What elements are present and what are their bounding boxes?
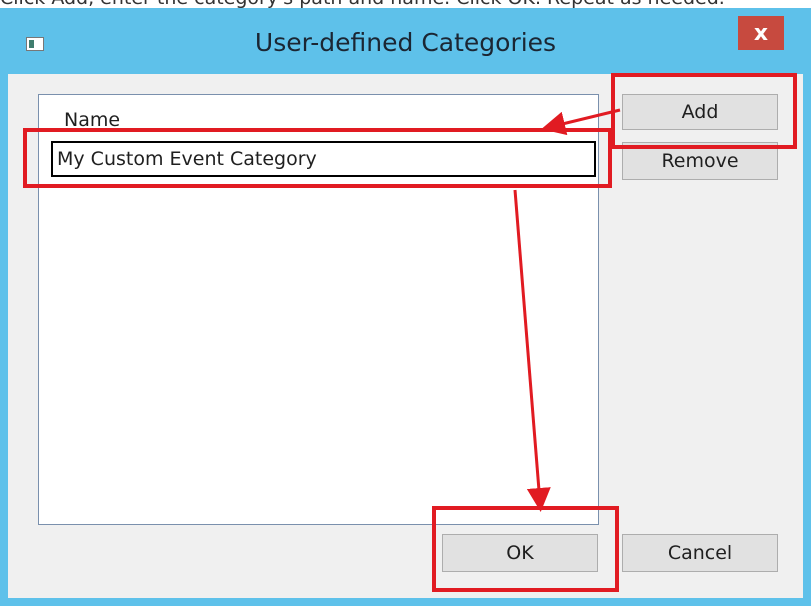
dialog-client-area: Name Add Remove OK Cancel xyxy=(8,74,803,598)
dialog-title: User-defined Categories xyxy=(254,28,557,57)
add-button[interactable]: Add xyxy=(622,94,778,130)
remove-button[interactable]: Remove xyxy=(622,142,778,180)
ok-button[interactable]: OK xyxy=(442,534,598,572)
dialog-window: User-defined Categories x Name Add Remov… xyxy=(0,8,811,606)
cropped-document-text: Click Add, enter the category's path and… xyxy=(0,0,811,8)
cancel-button[interactable]: Cancel xyxy=(622,534,778,572)
category-name-field[interactable] xyxy=(51,141,596,177)
column-header-name: Name xyxy=(64,109,121,131)
close-button[interactable]: x xyxy=(738,16,784,50)
title-bar: User-defined Categories x xyxy=(0,8,811,70)
categories-list[interactable]: Name xyxy=(38,94,599,525)
